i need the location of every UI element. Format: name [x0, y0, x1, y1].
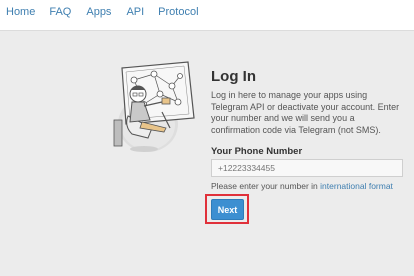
telegram-illustration-icon — [104, 54, 200, 154]
nav-menu: Home FAQ Apps API Protocol — [0, 6, 199, 18]
login-description: Log in here to manage your apps using Te… — [211, 90, 400, 135]
next-button[interactable]: Next — [211, 199, 244, 220]
nav-faq-link[interactable]: FAQ — [49, 6, 71, 18]
nav-apps-link[interactable]: Apps — [86, 6, 111, 18]
nav-api-link[interactable]: API — [126, 6, 144, 18]
phone-hint: Please enter your number in internationa… — [211, 181, 411, 191]
phone-number-label: Your Phone Number — [211, 146, 303, 157]
nav-protocol-link[interactable]: Protocol — [158, 6, 198, 18]
top-nav-bar: Home FAQ Apps API Protocol — [0, 0, 414, 31]
phone-number-input[interactable] — [211, 159, 403, 177]
login-title: Log In — [211, 68, 256, 85]
international-format-link[interactable]: international format — [320, 181, 393, 191]
phone-hint-text: Please enter your number in — [211, 181, 321, 191]
nav-home-link[interactable]: Home — [6, 6, 35, 18]
